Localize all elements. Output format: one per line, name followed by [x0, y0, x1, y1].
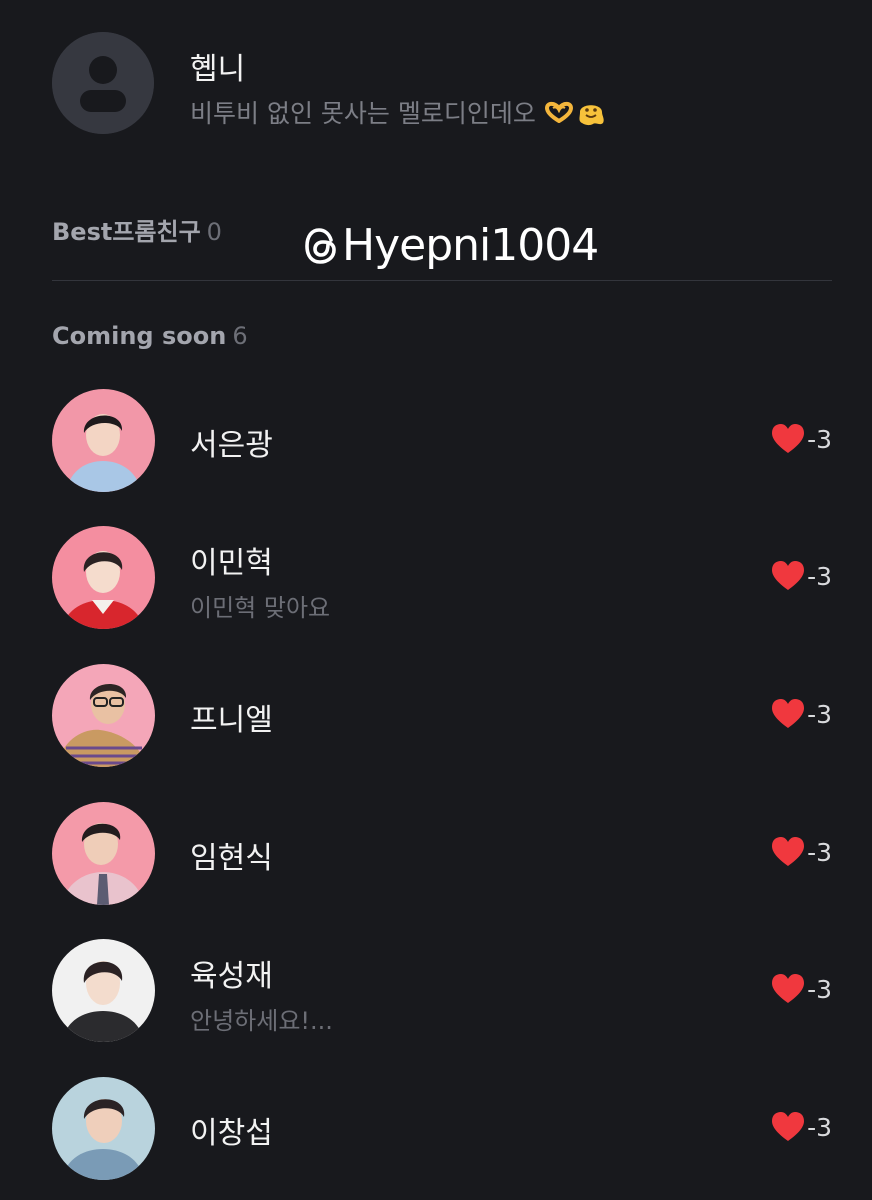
best-friends-label: Best프롬친구 — [52, 218, 201, 246]
heart-icon — [772, 561, 805, 590]
friend-score: -3 — [771, 560, 832, 592]
friend-avatar[interactable] — [52, 526, 155, 629]
friend-score-value: -3 — [807, 424, 832, 454]
friend-row[interactable]: 육성재 안녕하세요!... -3 — [52, 939, 832, 1043]
friend-name: 임현식 — [190, 841, 273, 876]
person-photo-icon — [52, 1077, 155, 1180]
coming-soon-count: 6 — [232, 322, 248, 350]
friend-score: -3 — [771, 836, 832, 868]
friend-name: 이창섭 — [190, 1116, 273, 1151]
profile-avatar[interactable] — [52, 32, 154, 134]
friend-name: 서은광 — [190, 428, 273, 463]
friend-name: 프니엘 — [190, 703, 273, 738]
friend-score-value: -3 — [807, 974, 832, 1004]
watermark: Hyepni1004 — [304, 220, 599, 271]
status-emojis — [544, 97, 606, 127]
friend-score-value: -3 — [807, 561, 832, 591]
threads-logo-icon — [305, 227, 336, 264]
friend-avatar[interactable] — [52, 664, 155, 767]
friend-row[interactable]: 임현식 -3 — [52, 802, 832, 906]
friend-status: 안녕하세요!... — [190, 1007, 333, 1035]
friend-name: 육성재 — [190, 959, 273, 994]
coming-soon-header: Coming soon 6 — [52, 322, 248, 350]
melting-face-icon — [579, 105, 604, 126]
friend-score-value: -3 — [807, 837, 832, 867]
heart-icon — [772, 837, 805, 866]
person-photo-icon — [52, 664, 155, 767]
heart-icon — [772, 424, 805, 453]
friend-score: -3 — [771, 423, 832, 455]
friend-avatar[interactable] — [52, 939, 155, 1042]
friend-row[interactable]: 이창섭 -3 — [52, 1077, 832, 1181]
friend-row[interactable]: 프니엘 -3 — [52, 664, 832, 768]
friend-avatar[interactable] — [52, 802, 155, 905]
best-friends-header: Best프롬친구 0 — [52, 212, 222, 247]
profile-status-text: 비투비 없인 못사는 멜로디인데오 — [190, 99, 536, 128]
friend-score: -3 — [771, 1111, 832, 1143]
best-friends-count: 0 — [206, 218, 222, 246]
heart-icon — [772, 1112, 805, 1141]
friend-score-value: -3 — [807, 1112, 832, 1142]
friend-row[interactable]: 이민혁 이민혁 맞아요 -3 — [52, 526, 832, 630]
person-photo-icon — [52, 939, 155, 1042]
friend-avatar[interactable] — [52, 389, 155, 492]
friend-score-value: -3 — [807, 699, 832, 729]
my-profile[interactable]: 혭니 비투비 없인 못사는 멜로디인데오 — [52, 32, 832, 136]
profile-status: 비투비 없인 못사는 멜로디인데오 — [190, 94, 606, 130]
friend-status: 이민혁 맞아요 — [190, 594, 331, 622]
person-photo-icon — [52, 526, 155, 629]
friend-name: 이민혁 — [190, 546, 273, 581]
friend-row[interactable]: 서은광 -3 — [52, 389, 832, 493]
person-photo-icon — [52, 802, 155, 905]
person-photo-icon — [52, 389, 155, 492]
coming-soon-label: Coming soon — [52, 322, 227, 350]
heart-icon — [772, 974, 805, 1003]
heart-hands-icon — [544, 101, 573, 123]
section-divider — [52, 280, 832, 281]
friend-score: -3 — [771, 698, 832, 730]
default-person-icon — [52, 32, 154, 134]
watermark-handle: Hyepni1004 — [342, 220, 599, 271]
profile-name: 혭니 — [190, 52, 246, 87]
friend-score: -3 — [771, 973, 832, 1005]
heart-icon — [772, 699, 805, 728]
friend-avatar[interactable] — [52, 1077, 155, 1180]
